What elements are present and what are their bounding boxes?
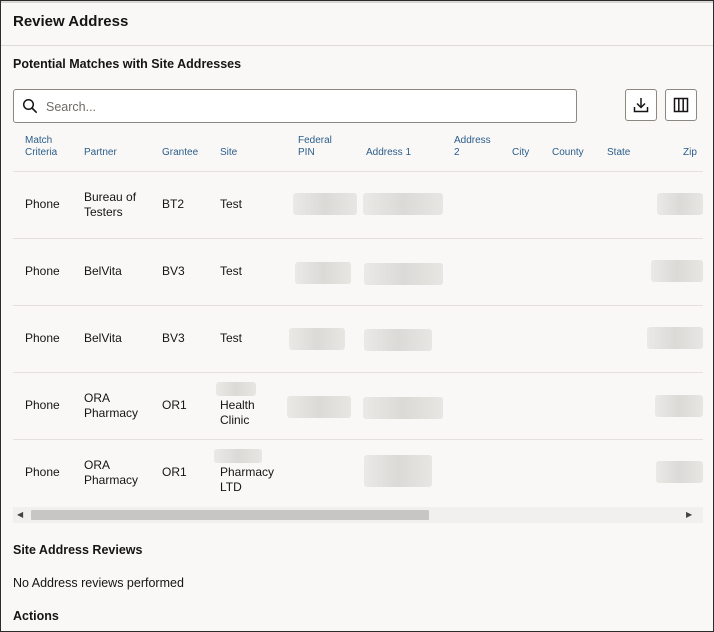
- reviews-section-title: Site Address Reviews: [13, 543, 143, 557]
- redacted-site-name: [214, 449, 262, 463]
- cell-match-criteria: Phone: [25, 465, 60, 479]
- actions-title: Actions: [13, 609, 59, 623]
- columns-icon: [673, 97, 689, 113]
- column-header-match-criteria[interactable]: Match Criteria: [25, 135, 57, 159]
- row-divider: [13, 238, 703, 239]
- cell-match-criteria: Phone: [25, 264, 60, 278]
- column-header-grantee[interactable]: Grantee: [162, 147, 198, 159]
- horizontal-scrollbar[interactable]: ◀ ▶: [13, 507, 703, 523]
- redacted-address-1: [363, 193, 443, 215]
- redacted-address-1: [364, 263, 443, 285]
- matches-section-title: Potential Matches with Site Addresses: [13, 57, 242, 71]
- title-divider: [1, 45, 713, 46]
- redacted-zip: [647, 327, 703, 349]
- redacted-federal-pin: [287, 396, 351, 418]
- column-header-state[interactable]: State: [607, 147, 630, 159]
- review-address-dialog: Review Address Potential Matches with Si…: [0, 0, 714, 632]
- redacted-federal-pin: [289, 328, 345, 350]
- cell-grantee: BV3: [162, 331, 185, 345]
- cell-match-criteria: Phone: [25, 197, 60, 211]
- cell-match-criteria: Phone: [25, 398, 60, 412]
- cell-site: Test: [220, 264, 243, 278]
- redacted-address-1: [364, 329, 432, 351]
- cell-partner: ORA Pharmacy: [84, 458, 139, 487]
- cell-site: Test: [220, 197, 243, 211]
- column-header-zip[interactable]: Zip: [683, 147, 697, 159]
- redacted-zip: [657, 193, 703, 215]
- cell-site: Health Clinic: [220, 398, 255, 427]
- column-header-federal-pin[interactable]: Federal PIN: [298, 135, 332, 159]
- redacted-federal-pin: [293, 193, 357, 215]
- cell-grantee: BV3: [162, 264, 185, 278]
- column-header-address-1[interactable]: Address 1: [366, 147, 411, 159]
- column-header-address-2[interactable]: Address 2: [454, 135, 491, 159]
- cell-partner: BelVita: [84, 331, 122, 345]
- cell-match-criteria: Phone: [25, 331, 60, 345]
- cell-site: Test: [220, 331, 243, 345]
- column-header-site[interactable]: Site: [220, 147, 237, 159]
- redacted-address-1: [364, 455, 432, 487]
- scroll-left-icon[interactable]: ◀: [17, 510, 23, 520]
- download-icon: [633, 98, 649, 113]
- cell-partner: Bureau of Testers: [84, 190, 137, 219]
- redacted-site-name: [216, 382, 256, 396]
- redacted-zip: [656, 461, 703, 483]
- cell-partner: BelVita: [84, 264, 122, 278]
- row-divider: [13, 171, 703, 172]
- scrollbar-thumb[interactable]: [31, 510, 429, 520]
- top-border: [1, 1, 713, 3]
- page-title: Review Address: [13, 13, 129, 30]
- redacted-address-1: [363, 397, 443, 419]
- search-icon: [22, 98, 37, 113]
- scroll-right-icon[interactable]: ▶: [686, 510, 692, 520]
- columns-button[interactable]: [665, 89, 697, 121]
- cell-partner: ORA Pharmacy: [84, 391, 139, 420]
- row-divider: [13, 439, 703, 440]
- cell-grantee: OR1: [162, 465, 187, 479]
- redacted-federal-pin: [295, 262, 351, 284]
- column-header-partner[interactable]: Partner: [84, 147, 117, 159]
- column-header-city[interactable]: City: [512, 147, 529, 159]
- redacted-zip: [651, 260, 703, 282]
- row-divider: [13, 372, 703, 373]
- search-input[interactable]: [44, 96, 568, 118]
- download-button[interactable]: [625, 89, 657, 121]
- row-divider: [13, 305, 703, 306]
- cell-site: Pharmacy LTD: [220, 465, 275, 494]
- redacted-zip: [655, 395, 703, 417]
- reviews-empty-text: No Address reviews performed: [13, 576, 184, 590]
- cell-grantee: OR1: [162, 398, 187, 412]
- cell-grantee: BT2: [162, 197, 185, 211]
- search-field[interactable]: [13, 89, 577, 123]
- column-header-county[interactable]: County: [552, 147, 584, 159]
